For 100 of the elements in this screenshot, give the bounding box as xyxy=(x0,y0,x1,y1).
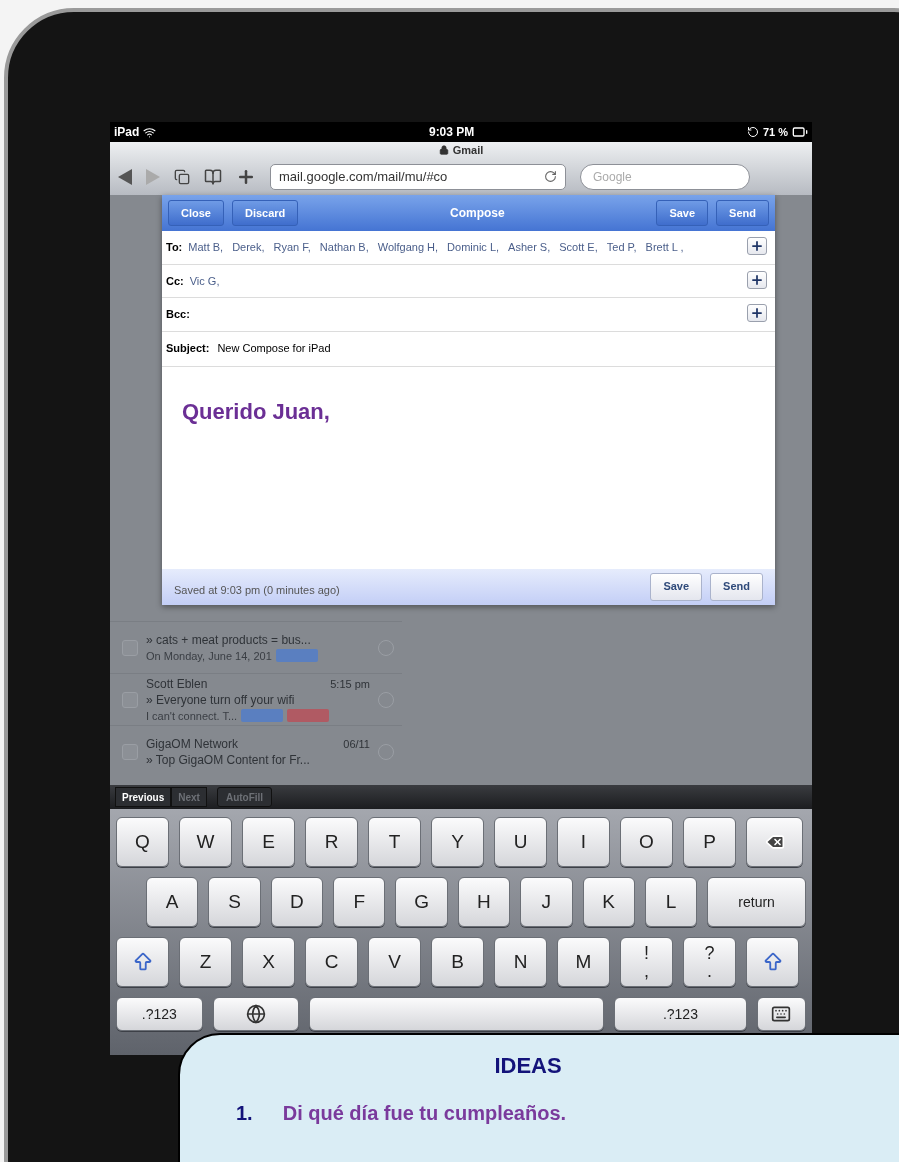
add-recipient-button[interactable] xyxy=(747,237,767,255)
field-label: Bcc: xyxy=(166,307,190,322)
key[interactable]: W xyxy=(179,817,232,867)
space-key[interactable] xyxy=(309,997,605,1031)
keyboard-icon xyxy=(771,1004,792,1024)
key[interactable]: J xyxy=(520,877,573,927)
key[interactable]: F xyxy=(333,877,386,927)
key[interactable]: .?123 xyxy=(116,997,203,1031)
key[interactable]: E xyxy=(242,817,295,867)
recipient-name[interactable]: Scott E, xyxy=(559,239,598,256)
field-label: Subject: xyxy=(166,341,210,357)
globe-key[interactable] xyxy=(212,997,300,1031)
recipient-name[interactable]: Ryan F, xyxy=(273,239,311,256)
battery-percent: 71 % xyxy=(762,124,788,140)
field-label: To: xyxy=(166,240,183,255)
idea-text: Di qué día fue tu cumpleaños. xyxy=(282,1101,567,1126)
header-button[interactable]: Close xyxy=(168,200,224,226)
rotation-lock-icon xyxy=(746,126,759,138)
add-recipient-button[interactable] xyxy=(747,304,767,322)
footer-button[interactable]: Send xyxy=(710,572,763,601)
plus-icon xyxy=(750,239,764,253)
key[interactable]: X xyxy=(242,937,295,987)
battery-icon xyxy=(792,124,808,140)
recipient-name[interactable]: Matt B, xyxy=(188,239,224,256)
key[interactable]: M xyxy=(557,937,610,987)
key[interactable]: ! , xyxy=(620,937,673,987)
lock-icon xyxy=(438,145,449,155)
header-button[interactable]: Send xyxy=(716,200,769,226)
key[interactable]: L xyxy=(644,877,698,927)
key[interactable]: ? . xyxy=(683,937,736,987)
key[interactable]: N xyxy=(494,937,547,987)
message-snippet: I can't connect. T... xyxy=(146,708,238,724)
key[interactable]: R xyxy=(305,817,358,867)
key-symbol: ? xyxy=(704,944,715,962)
message-time: 5:15 pm xyxy=(330,676,370,692)
wifi-icon xyxy=(143,125,157,139)
key[interactable]: T xyxy=(368,817,421,867)
saved-note: Saved at 9:03 pm (0 minutes ago) xyxy=(174,583,341,599)
message-subject: » Everyone turn off your wifi xyxy=(146,691,296,708)
message-body[interactable]: Querido Juan, xyxy=(162,366,775,569)
recipient-name[interactable]: Derek, xyxy=(232,239,265,256)
recipient-name[interactable]: Wolfgang H, xyxy=(377,239,439,256)
key[interactable]: Q xyxy=(116,817,169,867)
url-text: mail.google.com/mail/mu/#co xyxy=(279,167,448,186)
backspace-key[interactable] xyxy=(746,817,803,867)
key[interactable]: P xyxy=(683,817,736,867)
recipient-name[interactable]: Ted P, xyxy=(606,239,637,256)
message-sender: GigaOM Network xyxy=(146,735,239,752)
footer-button[interactable]: Save xyxy=(650,572,703,601)
subject-value: New Compose for iPad xyxy=(217,341,331,357)
key[interactable]: C xyxy=(305,937,358,987)
pages-icon[interactable] xyxy=(174,168,190,185)
message-time: 06/11 xyxy=(343,736,370,752)
key[interactable]: G xyxy=(395,877,448,927)
shift-key[interactable] xyxy=(116,937,169,987)
body-text: Querido Juan, xyxy=(182,398,330,424)
key[interactable]: A xyxy=(146,877,199,927)
header-button[interactable]: Save xyxy=(656,200,709,226)
idea-number: 1. xyxy=(236,1101,253,1126)
recipient-name[interactable]: Nathan B, xyxy=(319,239,369,256)
key[interactable]: O xyxy=(620,817,673,867)
ideas-title: IDEAS xyxy=(494,1052,563,1080)
key[interactable]: .?123 xyxy=(614,997,747,1031)
message-sender: Scott Eblen xyxy=(146,675,208,692)
key[interactable]: H xyxy=(457,877,511,927)
key[interactable]: B xyxy=(431,937,484,987)
key[interactable]: Y xyxy=(431,817,484,867)
recipient-name[interactable]: Vic G, xyxy=(189,272,220,289)
key-symbol: , xyxy=(644,962,649,980)
key[interactable]: return xyxy=(707,877,806,927)
reload-icon[interactable] xyxy=(544,170,557,183)
recipient-name[interactable]: Dominic L, xyxy=(447,239,500,256)
key[interactable]: K xyxy=(582,877,635,927)
recipient-name[interactable]: Brett L , xyxy=(645,239,684,256)
field-label: Cc: xyxy=(166,273,184,289)
backspace-icon xyxy=(764,832,785,852)
back-icon[interactable] xyxy=(118,168,132,185)
shift-key[interactable] xyxy=(746,937,799,987)
key[interactable]: I xyxy=(557,817,610,867)
recipient-name[interactable]: Asher S, xyxy=(508,239,551,256)
hide-keyboard-key[interactable] xyxy=(756,997,806,1031)
page-title: Gmail xyxy=(452,142,484,158)
key[interactable]: V xyxy=(368,937,421,987)
add-recipient-button[interactable] xyxy=(747,270,767,289)
search-field[interactable]: Google xyxy=(580,163,750,190)
key[interactable]: D xyxy=(270,877,324,927)
device-name: iPad xyxy=(114,124,140,141)
toolbar-button[interactable]: Previous xyxy=(115,787,172,807)
key[interactable]: S xyxy=(208,877,261,927)
message-snippet: On Monday, June 14, 201 xyxy=(146,648,272,664)
plus-icon xyxy=(750,306,764,320)
header-button[interactable]: Discard xyxy=(231,200,299,226)
compose-title: Compose xyxy=(449,205,506,222)
key[interactable]: U xyxy=(494,817,547,867)
key-symbol: ! xyxy=(644,944,649,962)
key[interactable]: Z xyxy=(179,937,232,987)
message-subject: » Top GigaOM Content for Fr... xyxy=(146,751,311,768)
globe-icon xyxy=(245,1004,266,1024)
url-field[interactable]: mail.google.com/mail/mu/#co xyxy=(270,163,566,190)
bookmarks-icon[interactable] xyxy=(204,167,222,186)
